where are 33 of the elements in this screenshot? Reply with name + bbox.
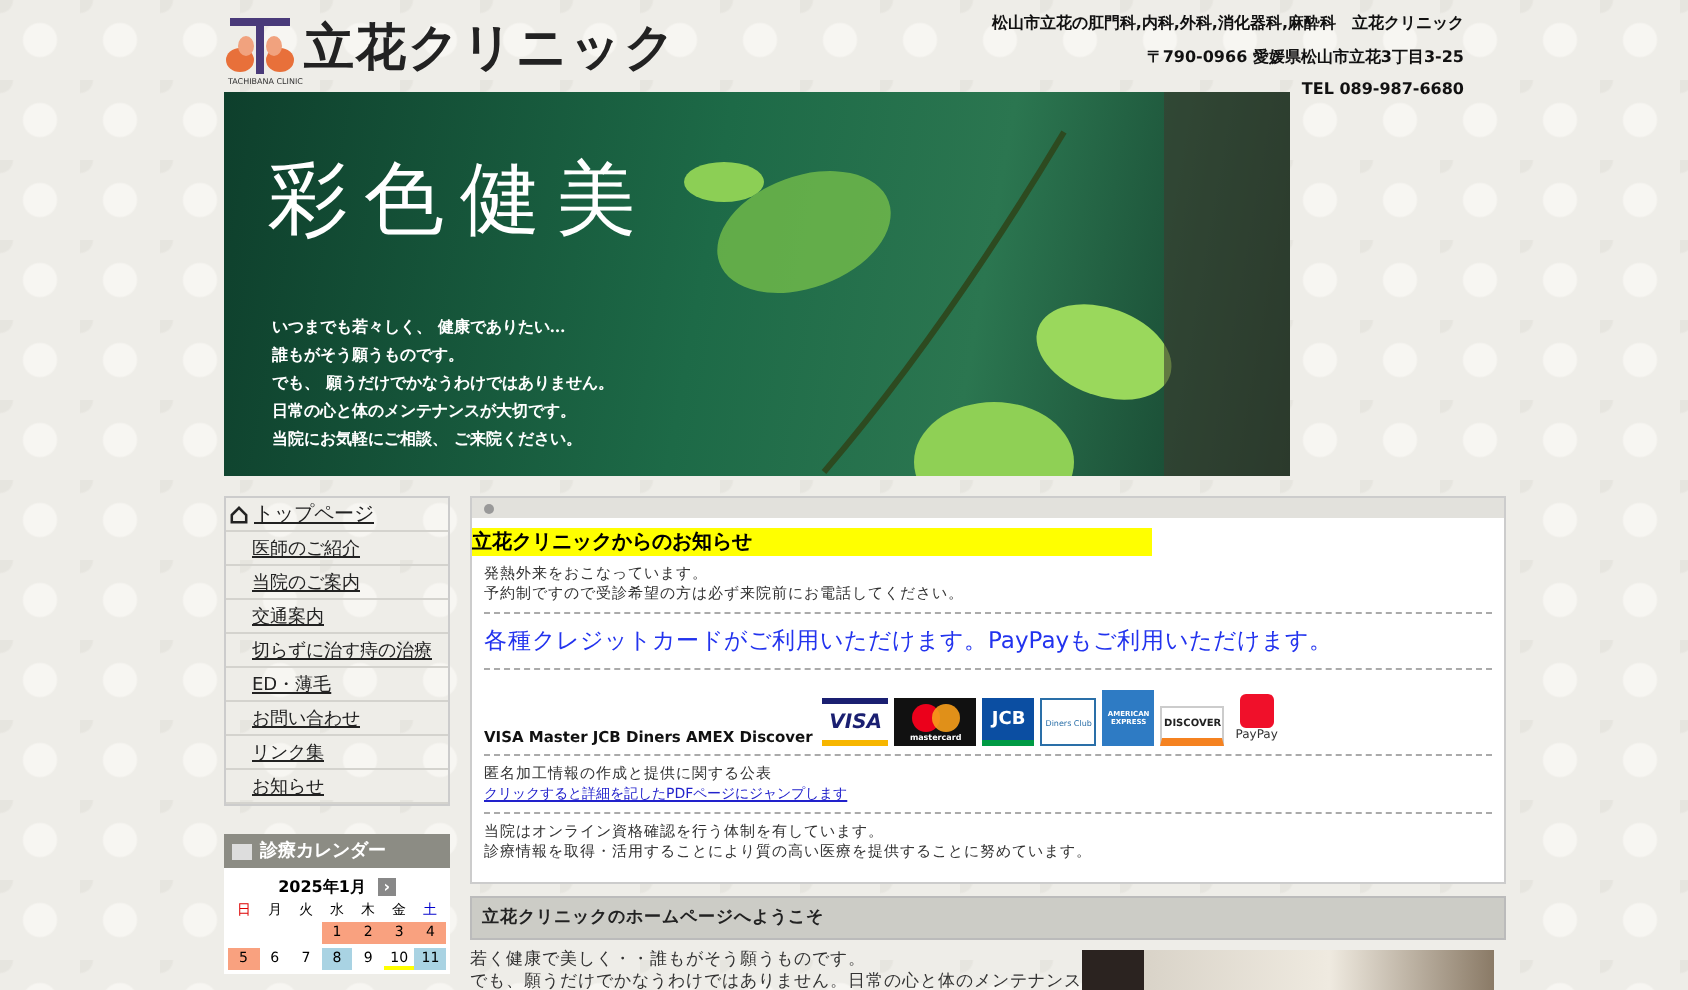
notice-headline: 各種クレジットカードがご利用いただけます。PayPayもご利用いただけます。 xyxy=(484,624,1336,658)
calendar-icon xyxy=(232,843,252,859)
nav-link[interactable]: お知らせ xyxy=(226,770,448,804)
welcome-text: 若く健康で美しく・・誰もがそう願うものです。 xyxy=(470,950,868,972)
nav-link[interactable]: トップページ xyxy=(226,498,448,532)
clinic-name: 立花クリニック xyxy=(304,15,678,79)
nav-link[interactable]: お問い合わせ xyxy=(226,702,448,736)
nav-link[interactable]: ED・薄毛 xyxy=(226,668,448,702)
banner-text: 誰もがそう願うものです。 xyxy=(272,342,466,368)
card-logo: VISA xyxy=(822,698,889,746)
banner-text: いつまでも若々しく、 健康でありたい… xyxy=(272,314,568,340)
calendar-title: 診療カレンダー xyxy=(260,838,386,864)
welcome-heading: 立花クリニックのホームページへようこそ xyxy=(470,896,1506,940)
banner-text: 当院にお気軽にご相談、 ご来院ください。 xyxy=(272,426,584,452)
banner-title: 彩色健美 xyxy=(268,152,652,250)
banner-text: 日常の心と体のメンテナンスが大切です。 xyxy=(272,398,578,424)
banner-text: でも、 願うだけでかなうわけではありません。 xyxy=(272,370,614,396)
notice-title: 立花クリニックからのお知らせ xyxy=(472,528,1152,556)
nav-link[interactable]: リンク集 xyxy=(226,736,448,770)
welcome-text: でも、願うだけでかなうわけではありません。日常の心と体のメンテナンス xyxy=(470,972,1082,990)
nav-link[interactable]: 交通案内 xyxy=(226,600,448,634)
card-logo: JCB xyxy=(982,698,1035,746)
nav-link[interactable]: 切らずに治す痔の治療 xyxy=(226,634,448,668)
nav-link[interactable]: 当院のご案内 xyxy=(226,566,448,600)
bullet-icon xyxy=(484,503,494,513)
nav-link[interactable]: 医師のご紹介 xyxy=(226,532,448,566)
home-icon xyxy=(230,505,248,523)
phone-number: TEL 089-987-6680 xyxy=(1299,80,1464,98)
tagline: 松山市立花の肛門科,内科,外科,消化器科,麻酔科 立花クリニック xyxy=(991,12,1464,34)
next-month-button[interactable]: › xyxy=(377,878,396,896)
clinic-logo-icon xyxy=(224,16,296,76)
address: 〒790-0966 愛媛県松山市立花3丁目3-25 xyxy=(1144,46,1464,68)
calendar-month: 2025年1月 xyxy=(278,876,366,898)
